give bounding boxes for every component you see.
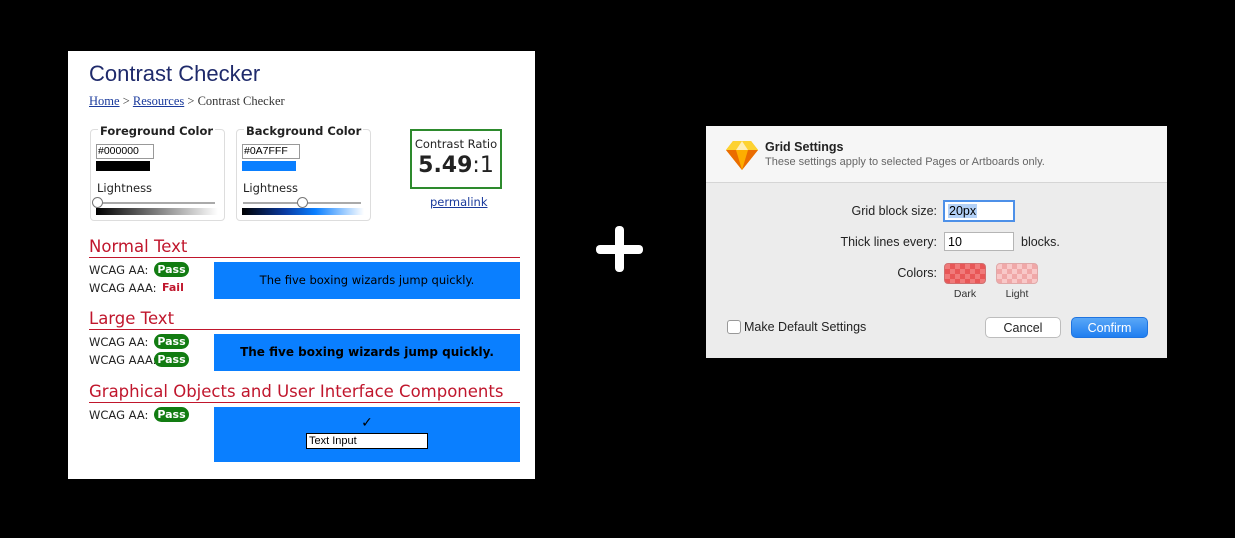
- normal-aaa-fail-badge: Fail: [162, 281, 184, 294]
- graphical-aa-pass-badge: Pass: [154, 407, 189, 422]
- foreground-color-box: Foreground Color #000000 Lightness: [90, 124, 225, 221]
- grid-block-size-value: 20px: [948, 204, 978, 218]
- background-hex-input[interactable]: #0A7FFF: [242, 144, 300, 159]
- light-color-label: Light: [1005, 288, 1029, 300]
- sketch-logo-icon: [726, 141, 758, 170]
- foreground-hex-input[interactable]: #000000: [96, 144, 154, 159]
- normal-aa-label: WCAG AA:: [89, 263, 149, 277]
- background-color-box: Background Color #0A7FFF Lightness: [236, 124, 371, 221]
- contrast-ratio-value: 5.49:1: [412, 153, 500, 178]
- normal-text-heading: Normal Text: [89, 237, 520, 258]
- contrast-checker-panel: Contrast Checker Home > Resources > Cont…: [68, 51, 535, 479]
- graphical-objects-heading: Graphical Objects and User Interface Com…: [89, 382, 520, 403]
- make-default-label[interactable]: Make Default Settings: [744, 320, 866, 334]
- contrast-ratio-label: Contrast Ratio: [414, 137, 498, 151]
- dialog-header: Grid Settings These settings apply to se…: [706, 126, 1167, 183]
- normal-aa-pass-badge: Pass: [154, 262, 189, 277]
- background-lightness-gradient: [242, 208, 364, 215]
- large-text-heading: Large Text: [89, 309, 520, 330]
- foreground-lightness-label: Lightness: [97, 181, 153, 195]
- page-title: Contrast Checker: [89, 61, 261, 86]
- foreground-color-swatch[interactable]: [96, 161, 150, 171]
- normal-aaa-label: WCAG AAA:: [89, 281, 157, 295]
- dialog-title: Grid Settings: [765, 140, 844, 154]
- dark-color-swatch[interactable]: [944, 263, 986, 284]
- contrast-ratio-number: 5.49: [418, 153, 473, 178]
- light-color-swatch[interactable]: [996, 263, 1038, 284]
- foreground-lightness-track[interactable]: [97, 202, 215, 204]
- large-aa-pass-badge: Pass: [154, 334, 189, 349]
- grid-block-size-input[interactable]: 20px: [943, 200, 1015, 222]
- background-color-label: Background Color: [244, 124, 364, 138]
- permalink-link[interactable]: permalink: [430, 195, 488, 209]
- background-color-swatch[interactable]: [242, 161, 296, 171]
- graphical-objects-sample: ✓ Text Input: [214, 407, 520, 462]
- breadcrumb-separator: >: [187, 94, 195, 108]
- sample-text-input[interactable]: Text Input: [306, 433, 428, 449]
- thick-lines-suffix: blocks.: [1021, 235, 1060, 249]
- breadcrumb-current: Contrast Checker: [197, 94, 285, 108]
- large-aa-label: WCAG AA:: [89, 335, 149, 349]
- foreground-lightness-slider[interactable]: [92, 197, 103, 208]
- confirm-button[interactable]: Confirm: [1071, 317, 1148, 338]
- large-aaa-label: WCAG AAA:: [89, 353, 157, 367]
- thick-lines-label: Thick lines every:: [840, 235, 937, 249]
- normal-text-sample: The five boxing wizards jump quickly.: [214, 262, 520, 299]
- contrast-ratio-box: Contrast Ratio 5.49:1: [410, 129, 502, 189]
- foreground-lightness-gradient: [96, 208, 218, 215]
- foreground-color-label: Foreground Color: [98, 124, 216, 138]
- plus-icon: [596, 245, 643, 254]
- checkmark-icon: ✓: [361, 415, 373, 431]
- grid-block-size-label: Grid block size:: [851, 204, 937, 218]
- background-lightness-label: Lightness: [243, 181, 299, 195]
- breadcrumb: Home > Resources > Contrast Checker: [89, 94, 285, 109]
- graphical-aa-label: WCAG AA:: [89, 408, 149, 422]
- large-text-sample: The five boxing wizards jump quickly.: [214, 334, 520, 371]
- make-default-checkbox[interactable]: [727, 320, 741, 334]
- background-lightness-slider[interactable]: [297, 197, 308, 208]
- cancel-button[interactable]: Cancel: [985, 317, 1061, 338]
- breadcrumb-home-link[interactable]: Home: [89, 94, 120, 108]
- dialog-subtitle: These settings apply to selected Pages o…: [765, 156, 1045, 168]
- colors-label: Colors:: [897, 266, 937, 280]
- grid-settings-dialog: Grid Settings These settings apply to se…: [706, 126, 1167, 358]
- breadcrumb-separator: >: [122, 94, 130, 108]
- dark-color-label: Dark: [953, 288, 977, 300]
- thick-lines-input[interactable]: 10: [944, 232, 1014, 251]
- contrast-ratio-suffix: :1: [472, 153, 494, 178]
- breadcrumb-resources-link[interactable]: Resources: [133, 94, 184, 108]
- large-aaa-pass-badge: Pass: [154, 352, 189, 367]
